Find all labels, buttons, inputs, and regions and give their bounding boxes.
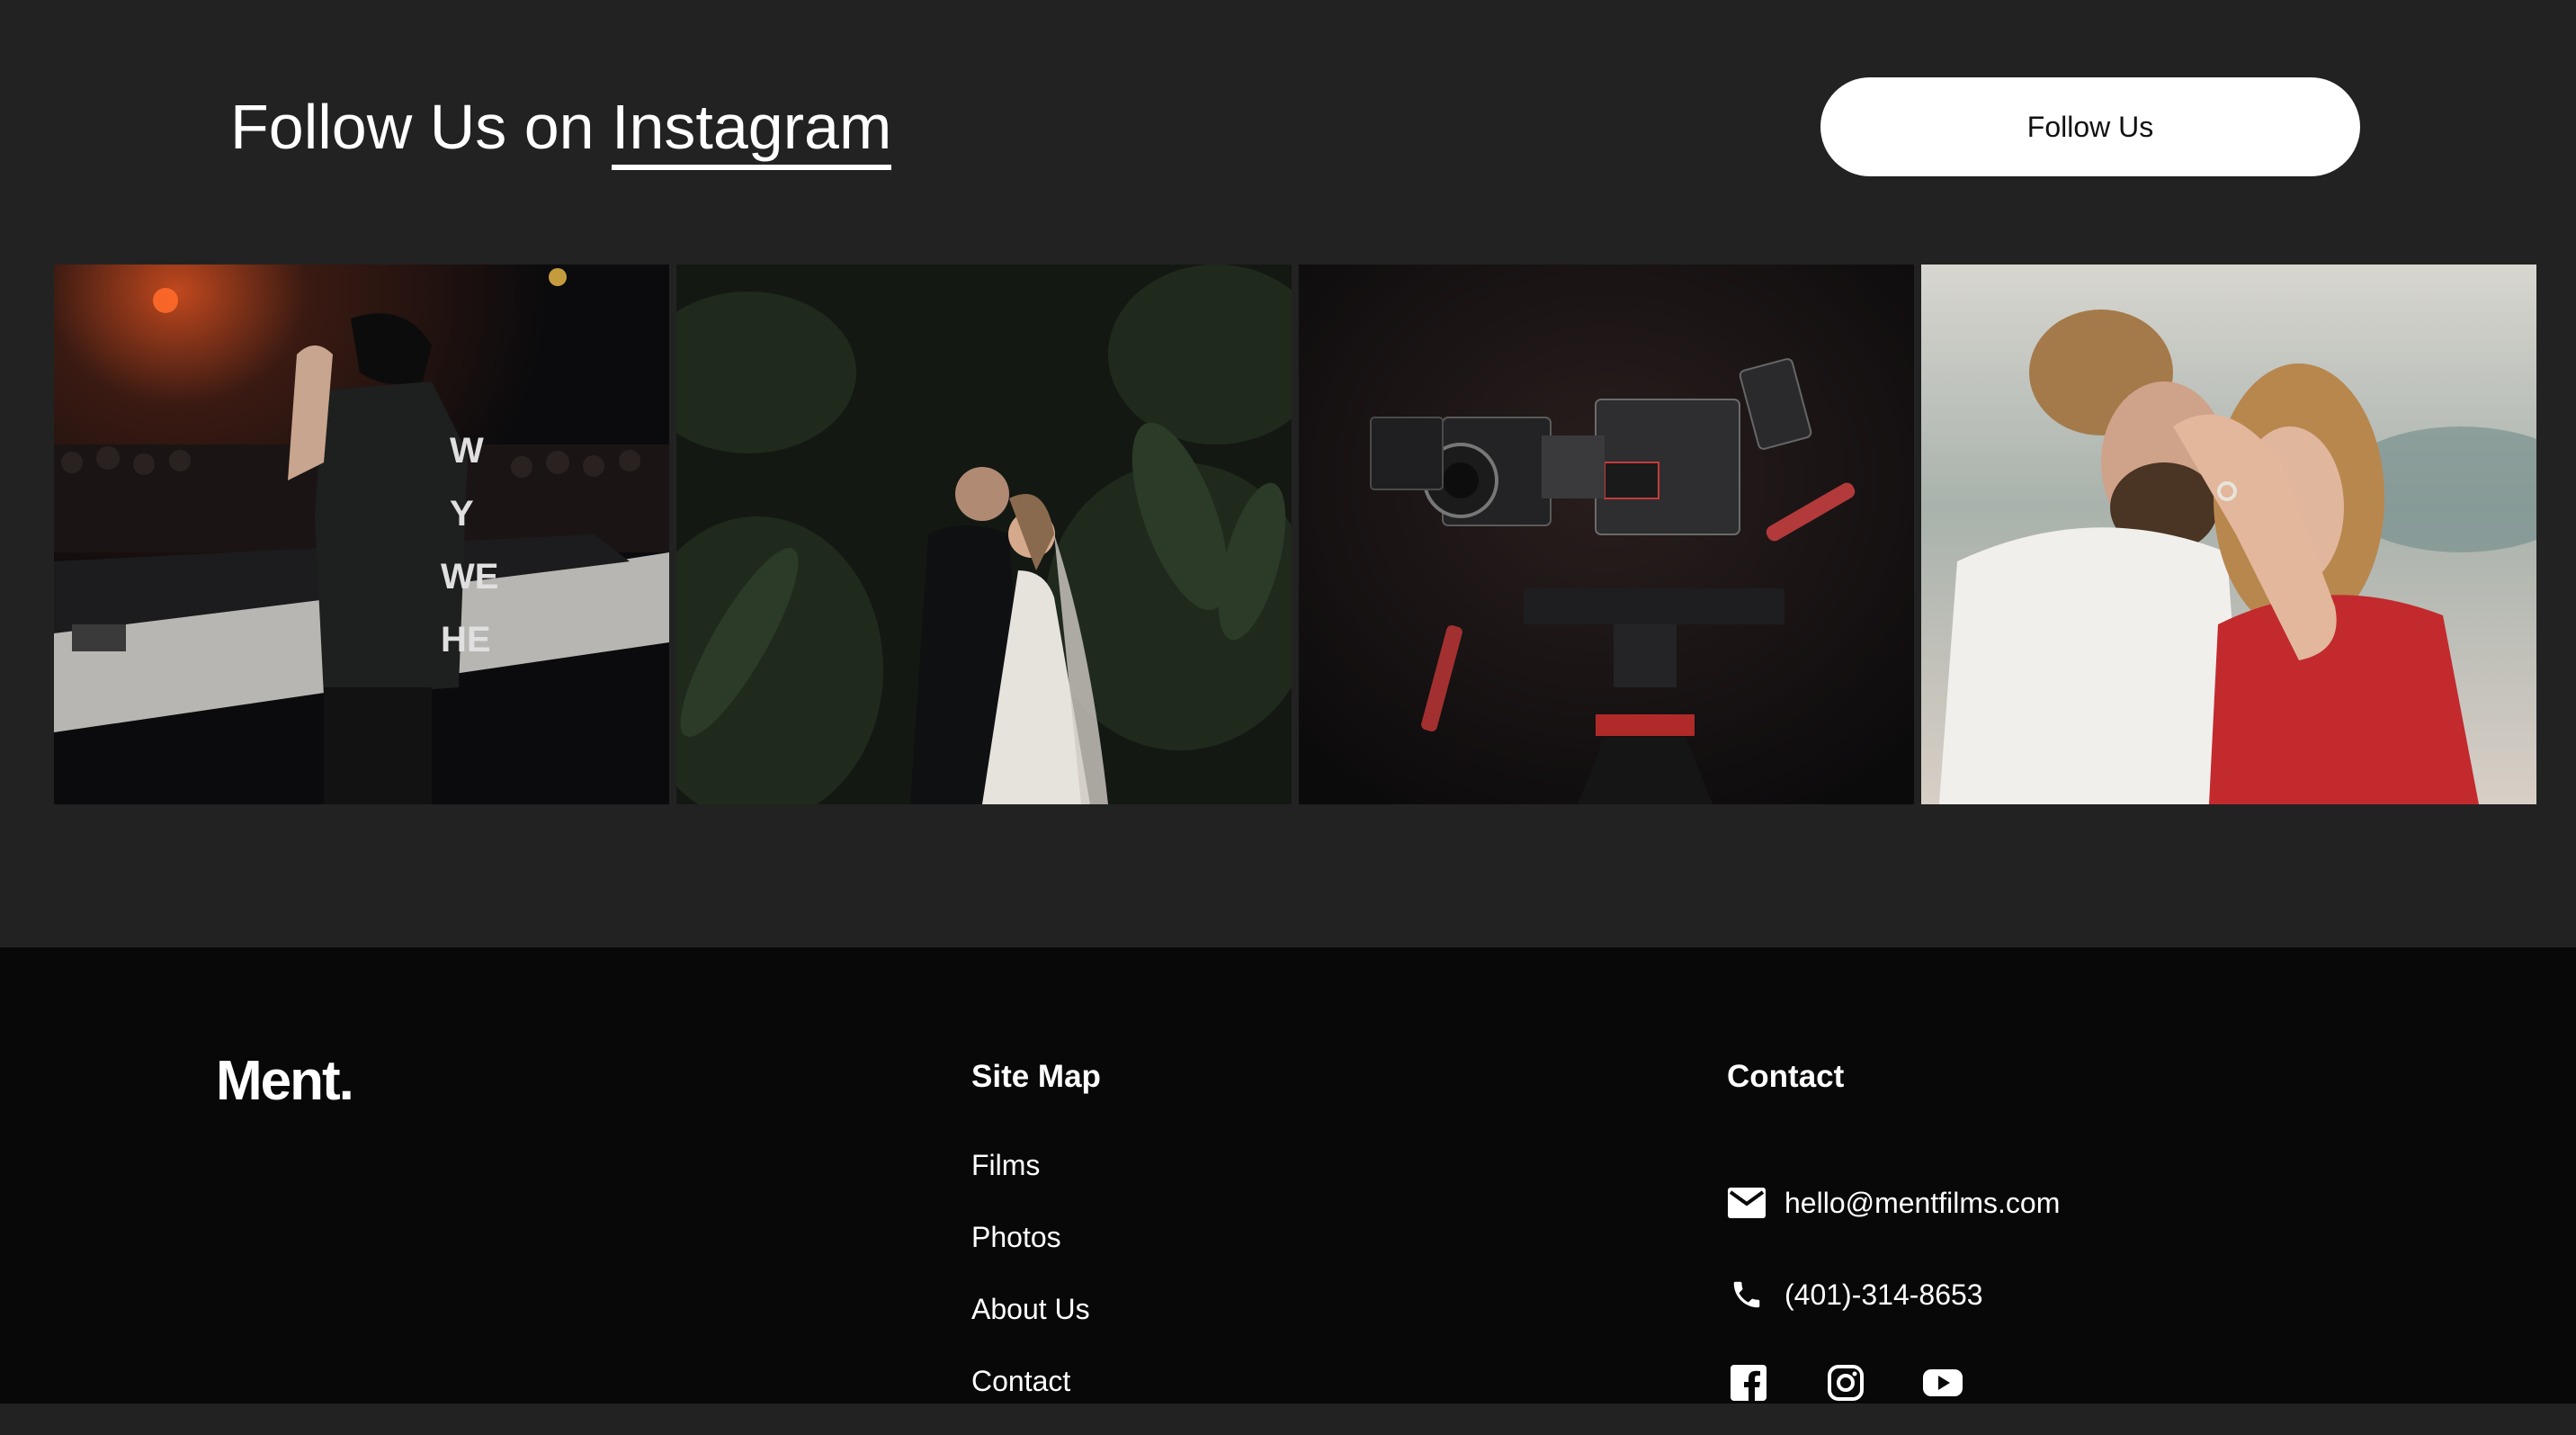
contact-email[interactable]: hello@mentfilms.com [1784,1187,2060,1220]
sitemap-list: Films Photos About Us Contact [971,1147,1090,1435]
sitemap-link-about-us[interactable]: About Us [971,1291,1090,1363]
sitemap-title: Site Map [971,1059,1101,1094]
svg-text:HE: HE [441,620,491,659]
contact-phone[interactable]: (401)-314-8653 [1784,1278,1983,1312]
cinema-camera-photo [1299,265,1914,804]
youtube-icon[interactable] [1921,1361,1964,1404]
contact-phone-row[interactable]: (401)-314-8653 [1727,1275,1983,1314]
instagram-section: Follow Us on Instagram Follow Us W Y WE … [0,0,2576,947]
instagram-photo-wedding[interactable] [676,265,1292,804]
instagram-link[interactable]: Instagram [612,89,892,170]
sitemap-link-photos[interactable]: Photos [971,1219,1090,1291]
facebook-icon[interactable] [1727,1361,1770,1404]
svg-text:WE: WE [441,557,498,596]
instagram-photo-engagement[interactable] [1921,265,2536,804]
instagram-heading: Follow Us on Instagram [230,86,892,170]
instagram-photo-dj[interactable]: W Y WE HE [54,265,669,804]
engagement-ring-photo [1921,265,2536,804]
heading-prefix: Follow Us on [230,92,613,162]
sitemap-link-films[interactable]: Films [971,1147,1090,1219]
phone-icon [1727,1275,1767,1314]
contact-title: Contact [1727,1059,1845,1094]
social-links [1727,1361,2018,1404]
brand-logo[interactable]: Ment. [216,1049,354,1113]
contact-email-row[interactable]: hello@mentfilms.com [1727,1183,2060,1223]
sitemap-link-contact[interactable]: Contact [971,1363,1090,1435]
svg-text:W: W [450,431,484,471]
dj-performer-photo: W Y WE HE [54,265,669,804]
instagram-photo-grid: W Y WE HE [54,265,2536,804]
follow-us-button[interactable]: Follow Us [1820,77,2360,176]
svg-text:Y: Y [450,494,474,534]
wedding-couple-photo [676,265,1292,804]
site-footer: Ment. Site Map Films Photos About Us Con… [0,947,2576,1404]
mail-icon [1727,1183,1767,1223]
instagram-photo-camera[interactable] [1299,265,1914,804]
instagram-icon[interactable] [1824,1361,1867,1404]
